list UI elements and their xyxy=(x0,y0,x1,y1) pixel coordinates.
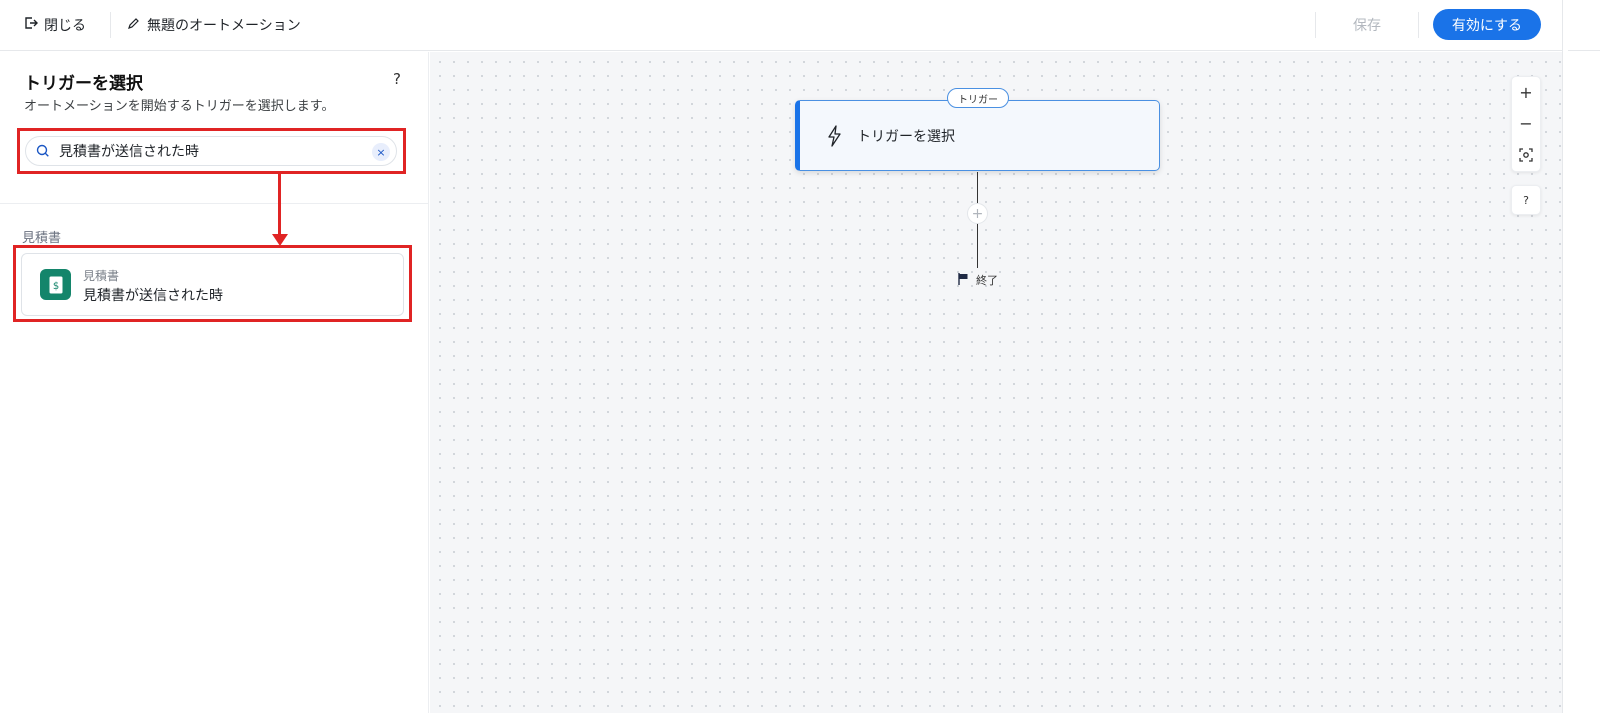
help-icon[interactable]: ? xyxy=(393,70,401,88)
zoom-in-button[interactable]: + xyxy=(1512,77,1540,107)
divider xyxy=(110,12,111,38)
search-highlight-box xyxy=(17,128,406,174)
save-button[interactable]: 保存 xyxy=(1336,12,1398,38)
annotation-arrow-line xyxy=(278,174,281,236)
automation-title-text: 無題のオートメーション xyxy=(147,18,301,34)
close-label: 閉じる xyxy=(44,18,86,34)
zoom-out-button[interactable]: − xyxy=(1512,108,1540,138)
lightning-icon xyxy=(825,125,843,147)
add-step-button[interactable]: + xyxy=(967,203,988,224)
divider xyxy=(0,203,429,204)
fit-view-icon[interactable] xyxy=(1512,140,1540,170)
divider xyxy=(1418,12,1419,38)
result-highlight-box xyxy=(13,245,412,322)
category-label: 見積書 xyxy=(22,231,62,246)
pencil-icon xyxy=(127,17,140,34)
end-label: 終了 xyxy=(976,274,998,287)
divider xyxy=(1315,12,1316,38)
trigger-select-panel: トリガーを選択 ? オートメーションを開始するトリガーを選択します。 × 見積書… xyxy=(0,52,429,713)
automation-title[interactable]: 無題のオートメーション xyxy=(127,14,301,36)
trigger-node[interactable]: トリガーを選択 xyxy=(795,100,1160,171)
panel-description: オートメーションを開始するトリガーを選択します。 xyxy=(24,99,335,114)
canvas-help-button[interactable]: ? xyxy=(1511,185,1541,215)
top-bar: 閉じる 無題のオートメーション 保存 有効にする xyxy=(0,0,1600,51)
scrollbar[interactable] xyxy=(1562,0,1568,713)
enable-button[interactable]: 有効にする xyxy=(1433,9,1541,40)
end-node: 終了 xyxy=(958,272,998,288)
trigger-node-label: トリガーを選択 xyxy=(857,129,955,145)
flag-icon xyxy=(958,272,968,288)
exit-icon xyxy=(24,16,38,34)
close-button[interactable]: 閉じる xyxy=(24,14,86,36)
panel-title: トリガーを選択 xyxy=(24,74,143,94)
workflow-canvas[interactable]: トリガーを選択 トリガー + 終了 + − ? xyxy=(430,52,1562,713)
zoom-controls: + − xyxy=(1511,76,1541,172)
trigger-tag: トリガー xyxy=(947,88,1009,108)
